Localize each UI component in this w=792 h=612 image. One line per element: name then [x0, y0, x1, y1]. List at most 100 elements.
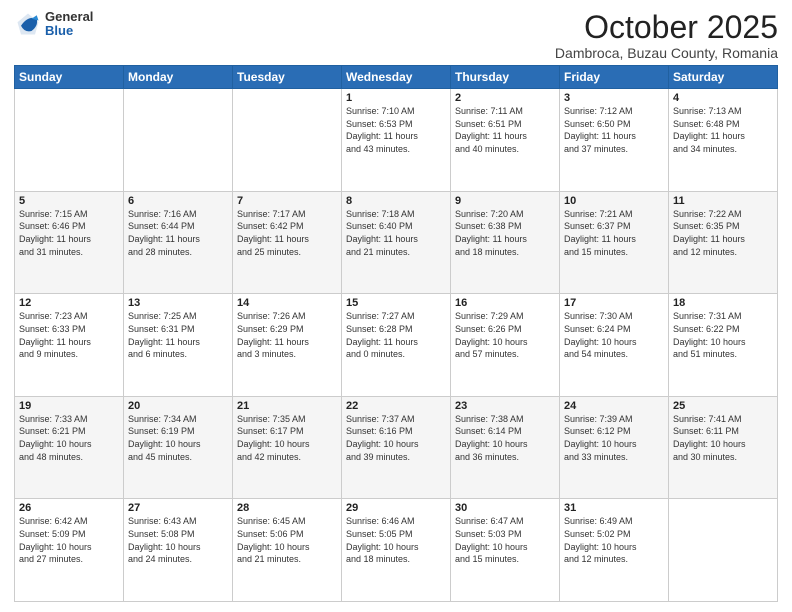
- day-info: Sunrise: 6:45 AM Sunset: 5:06 PM Dayligh…: [237, 515, 337, 565]
- day-number: 2: [455, 92, 555, 104]
- day-number: 27: [128, 502, 228, 514]
- table-row: [233, 89, 342, 192]
- day-number: 15: [346, 297, 446, 309]
- day-info: Sunrise: 7:27 AM Sunset: 6:28 PM Dayligh…: [346, 310, 446, 360]
- table-row: 13Sunrise: 7:25 AM Sunset: 6:31 PM Dayli…: [124, 294, 233, 397]
- day-number: 20: [128, 400, 228, 412]
- table-row: 20Sunrise: 7:34 AM Sunset: 6:19 PM Dayli…: [124, 396, 233, 499]
- table-row: 7Sunrise: 7:17 AM Sunset: 6:42 PM Daylig…: [233, 191, 342, 294]
- table-row: 1Sunrise: 7:10 AM Sunset: 6:53 PM Daylig…: [342, 89, 451, 192]
- col-tuesday: Tuesday: [233, 66, 342, 89]
- day-number: 9: [455, 195, 555, 207]
- day-number: 5: [19, 195, 119, 207]
- table-row: 24Sunrise: 7:39 AM Sunset: 6:12 PM Dayli…: [560, 396, 669, 499]
- table-row: 17Sunrise: 7:30 AM Sunset: 6:24 PM Dayli…: [560, 294, 669, 397]
- logo-general-text: General: [45, 10, 93, 24]
- logo-icon: [14, 10, 42, 38]
- day-number: 1: [346, 92, 446, 104]
- day-info: Sunrise: 7:29 AM Sunset: 6:26 PM Dayligh…: [455, 310, 555, 360]
- day-info: Sunrise: 6:49 AM Sunset: 5:02 PM Dayligh…: [564, 515, 664, 565]
- table-row: [15, 89, 124, 192]
- day-info: Sunrise: 7:23 AM Sunset: 6:33 PM Dayligh…: [19, 310, 119, 360]
- calendar-week-2: 5Sunrise: 7:15 AM Sunset: 6:46 PM Daylig…: [15, 191, 778, 294]
- table-row: 12Sunrise: 7:23 AM Sunset: 6:33 PM Dayli…: [15, 294, 124, 397]
- day-info: Sunrise: 6:43 AM Sunset: 5:08 PM Dayligh…: [128, 515, 228, 565]
- day-number: 3: [564, 92, 664, 104]
- day-info: Sunrise: 7:13 AM Sunset: 6:48 PM Dayligh…: [673, 105, 773, 155]
- day-number: 12: [19, 297, 119, 309]
- col-wednesday: Wednesday: [342, 66, 451, 89]
- page: General Blue October 2025 Dambroca, Buza…: [0, 0, 792, 612]
- table-row: [669, 499, 778, 602]
- table-row: 22Sunrise: 7:37 AM Sunset: 6:16 PM Dayli…: [342, 396, 451, 499]
- day-info: Sunrise: 7:39 AM Sunset: 6:12 PM Dayligh…: [564, 413, 664, 463]
- logo-text: General Blue: [45, 10, 93, 39]
- day-number: 31: [564, 502, 664, 514]
- table-row: 5Sunrise: 7:15 AM Sunset: 6:46 PM Daylig…: [15, 191, 124, 294]
- calendar-week-4: 19Sunrise: 7:33 AM Sunset: 6:21 PM Dayli…: [15, 396, 778, 499]
- table-row: 9Sunrise: 7:20 AM Sunset: 6:38 PM Daylig…: [451, 191, 560, 294]
- title-block: October 2025 Dambroca, Buzau County, Rom…: [555, 10, 778, 61]
- day-info: Sunrise: 7:18 AM Sunset: 6:40 PM Dayligh…: [346, 208, 446, 258]
- day-number: 30: [455, 502, 555, 514]
- col-friday: Friday: [560, 66, 669, 89]
- day-number: 22: [346, 400, 446, 412]
- table-row: 30Sunrise: 6:47 AM Sunset: 5:03 PM Dayli…: [451, 499, 560, 602]
- col-monday: Monday: [124, 66, 233, 89]
- day-info: Sunrise: 7:34 AM Sunset: 6:19 PM Dayligh…: [128, 413, 228, 463]
- day-number: 24: [564, 400, 664, 412]
- table-row: 16Sunrise: 7:29 AM Sunset: 6:26 PM Dayli…: [451, 294, 560, 397]
- day-info: Sunrise: 7:33 AM Sunset: 6:21 PM Dayligh…: [19, 413, 119, 463]
- day-number: 25: [673, 400, 773, 412]
- table-row: 31Sunrise: 6:49 AM Sunset: 5:02 PM Dayli…: [560, 499, 669, 602]
- title-location: Dambroca, Buzau County, Romania: [555, 45, 778, 61]
- day-number: 18: [673, 297, 773, 309]
- table-row: 14Sunrise: 7:26 AM Sunset: 6:29 PM Dayli…: [233, 294, 342, 397]
- day-info: Sunrise: 7:20 AM Sunset: 6:38 PM Dayligh…: [455, 208, 555, 258]
- table-row: 29Sunrise: 6:46 AM Sunset: 5:05 PM Dayli…: [342, 499, 451, 602]
- table-row: 4Sunrise: 7:13 AM Sunset: 6:48 PM Daylig…: [669, 89, 778, 192]
- day-number: 6: [128, 195, 228, 207]
- day-info: Sunrise: 7:25 AM Sunset: 6:31 PM Dayligh…: [128, 310, 228, 360]
- header: General Blue October 2025 Dambroca, Buza…: [14, 10, 778, 61]
- col-thursday: Thursday: [451, 66, 560, 89]
- day-number: 11: [673, 195, 773, 207]
- day-number: 21: [237, 400, 337, 412]
- day-info: Sunrise: 7:22 AM Sunset: 6:35 PM Dayligh…: [673, 208, 773, 258]
- calendar-table: Sunday Monday Tuesday Wednesday Thursday…: [14, 65, 778, 602]
- col-sunday: Sunday: [15, 66, 124, 89]
- day-number: 29: [346, 502, 446, 514]
- day-info: Sunrise: 7:15 AM Sunset: 6:46 PM Dayligh…: [19, 208, 119, 258]
- day-number: 19: [19, 400, 119, 412]
- table-row: 10Sunrise: 7:21 AM Sunset: 6:37 PM Dayli…: [560, 191, 669, 294]
- table-row: 26Sunrise: 6:42 AM Sunset: 5:09 PM Dayli…: [15, 499, 124, 602]
- day-info: Sunrise: 6:46 AM Sunset: 5:05 PM Dayligh…: [346, 515, 446, 565]
- table-row: 15Sunrise: 7:27 AM Sunset: 6:28 PM Dayli…: [342, 294, 451, 397]
- table-row: 19Sunrise: 7:33 AM Sunset: 6:21 PM Dayli…: [15, 396, 124, 499]
- day-number: 23: [455, 400, 555, 412]
- day-number: 28: [237, 502, 337, 514]
- day-number: 4: [673, 92, 773, 104]
- day-info: Sunrise: 6:47 AM Sunset: 5:03 PM Dayligh…: [455, 515, 555, 565]
- table-row: 3Sunrise: 7:12 AM Sunset: 6:50 PM Daylig…: [560, 89, 669, 192]
- col-saturday: Saturday: [669, 66, 778, 89]
- table-row: 28Sunrise: 6:45 AM Sunset: 5:06 PM Dayli…: [233, 499, 342, 602]
- day-info: Sunrise: 7:30 AM Sunset: 6:24 PM Dayligh…: [564, 310, 664, 360]
- day-number: 14: [237, 297, 337, 309]
- day-info: Sunrise: 7:41 AM Sunset: 6:11 PM Dayligh…: [673, 413, 773, 463]
- calendar-header-row: Sunday Monday Tuesday Wednesday Thursday…: [15, 66, 778, 89]
- day-info: Sunrise: 7:38 AM Sunset: 6:14 PM Dayligh…: [455, 413, 555, 463]
- table-row: [124, 89, 233, 192]
- day-info: Sunrise: 7:16 AM Sunset: 6:44 PM Dayligh…: [128, 208, 228, 258]
- table-row: 2Sunrise: 7:11 AM Sunset: 6:51 PM Daylig…: [451, 89, 560, 192]
- day-info: Sunrise: 7:10 AM Sunset: 6:53 PM Dayligh…: [346, 105, 446, 155]
- day-info: Sunrise: 7:31 AM Sunset: 6:22 PM Dayligh…: [673, 310, 773, 360]
- day-info: Sunrise: 7:12 AM Sunset: 6:50 PM Dayligh…: [564, 105, 664, 155]
- day-number: 16: [455, 297, 555, 309]
- day-info: Sunrise: 7:17 AM Sunset: 6:42 PM Dayligh…: [237, 208, 337, 258]
- day-number: 7: [237, 195, 337, 207]
- table-row: 6Sunrise: 7:16 AM Sunset: 6:44 PM Daylig…: [124, 191, 233, 294]
- day-number: 13: [128, 297, 228, 309]
- day-info: Sunrise: 6:42 AM Sunset: 5:09 PM Dayligh…: [19, 515, 119, 565]
- calendar-week-5: 26Sunrise: 6:42 AM Sunset: 5:09 PM Dayli…: [15, 499, 778, 602]
